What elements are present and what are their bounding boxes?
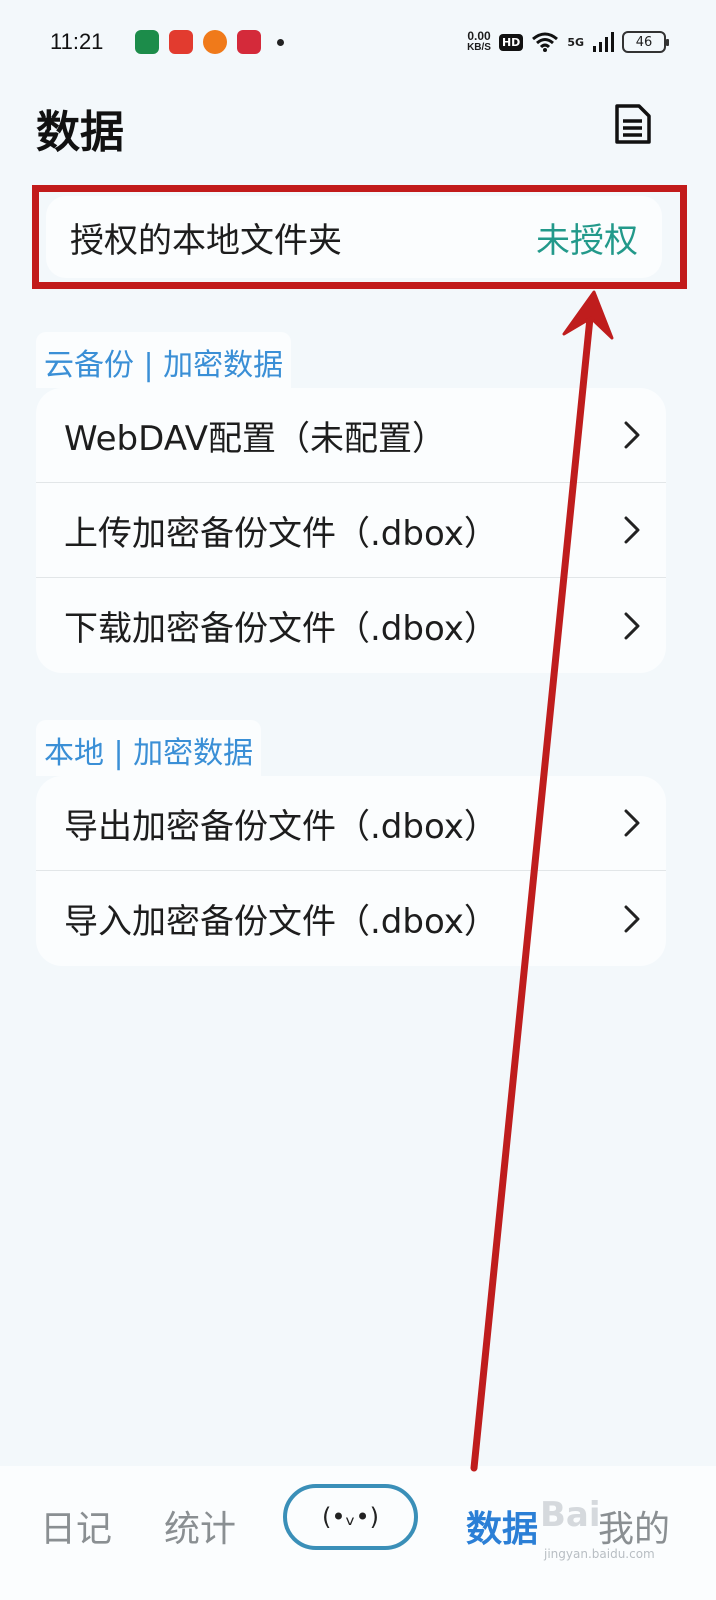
page-title: 数据 (36, 107, 124, 158)
app-notification-icon (169, 30, 194, 54)
cloud-section-title: 云备份 | 加密数据 (36, 332, 292, 388)
chevron-right-icon (624, 905, 640, 932)
watermark-brand: Bai (540, 1495, 601, 1535)
baidu-watermark: Bai jingyan.baidu.com (540, 1495, 655, 1561)
row-label: 上传加密备份文件（.dbox） (64, 513, 498, 554)
battery-icon: 46 (622, 31, 669, 53)
notification-icons (135, 30, 285, 54)
status-indicators: 0.00 KB/S HD 5G 46 (467, 30, 669, 54)
status-time: 11:21 (50, 29, 104, 54)
authorization-status: 未授权 (536, 220, 638, 261)
app-notification-icon (203, 30, 228, 54)
chevron-right-icon (624, 612, 640, 639)
document-list-icon[interactable] (612, 103, 654, 145)
chevron-right-icon (624, 421, 640, 449)
network-speed-unit: KB/S (467, 42, 491, 53)
auth-highlight-frame: 授权的本地文件夹 未授权 (32, 185, 687, 289)
more-notifications-dot-icon (277, 38, 285, 46)
row-label: WebDAV配置（未配置） (64, 418, 447, 459)
nav-stats[interactable]: 统计 (164, 1500, 236, 1552)
local-section-title: 本地 | 加密数据 (36, 720, 262, 776)
import-backup-row[interactable]: 导入加密备份文件（.dbox） (36, 871, 666, 966)
wifi-icon (532, 32, 559, 52)
network-speed-value: 0.00 (467, 29, 491, 43)
chevron-right-icon (624, 809, 640, 837)
nav-center-button[interactable]: (•ᵥ•) (283, 1484, 418, 1550)
oppo-app-icon (135, 30, 160, 54)
arrow-head (562, 290, 614, 340)
network-type: 5G (567, 35, 584, 49)
webdav-config-row[interactable]: WebDAV配置（未配置） (36, 388, 666, 483)
upload-backup-row[interactable]: 上传加密备份文件（.dbox） (36, 483, 666, 578)
row-label: 导出加密备份文件（.dbox） (64, 806, 498, 847)
export-backup-row[interactable]: 导出加密备份文件（.dbox） (36, 776, 666, 871)
battery-level: 46 (635, 34, 653, 50)
status-bar: 11:21 0.00 KB/S HD 5G 46 (0, 0, 716, 84)
authorized-folder-label: 授权的本地文件夹 (70, 220, 342, 261)
hd-badge: HD (498, 33, 524, 51)
nav-diary[interactable]: 日记 (40, 1500, 112, 1552)
app-notification-icon (237, 30, 262, 54)
nav-data[interactable]: 数据 (466, 1500, 538, 1552)
authorized-folder-row[interactable]: 授权的本地文件夹 未授权 (46, 196, 662, 278)
center-emoticon: (•ᵥ•) (321, 1503, 380, 1531)
chevron-right-icon (624, 516, 640, 544)
local-backup-card: 导出加密备份文件（.dbox） 导入加密备份文件（.dbox） (36, 776, 666, 966)
watermark-url: jingyan.baidu.com (543, 1547, 655, 1561)
network-speed: 0.00 KB/S (467, 30, 491, 54)
download-backup-row[interactable]: 下载加密备份文件（.dbox） (36, 578, 666, 673)
row-label: 下载加密备份文件（.dbox） (64, 609, 498, 649)
row-label: 导入加密备份文件（.dbox） (64, 902, 498, 942)
cloud-backup-card: WebDAV配置（未配置） 上传加密备份文件（.dbox） 下载加密备份文件（.… (36, 388, 666, 673)
cell-signal-icon (593, 32, 614, 52)
